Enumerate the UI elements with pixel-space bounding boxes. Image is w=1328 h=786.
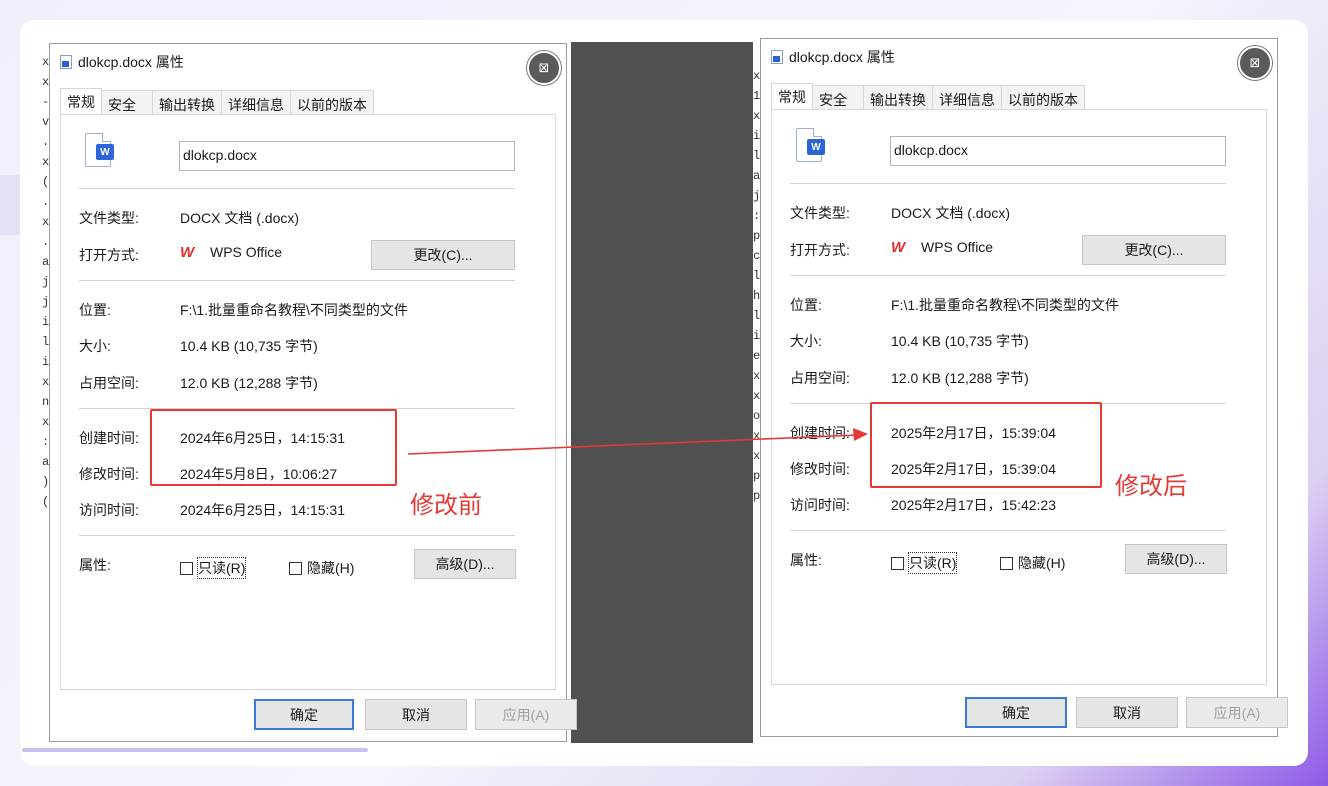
screenshot-card: x x - v. x(. x. a j j i l i x n x: a)( x1xilaj:pclhliex… (20, 20, 1308, 766)
scroll-indicator (22, 748, 368, 752)
arrow-icon (407, 428, 868, 455)
